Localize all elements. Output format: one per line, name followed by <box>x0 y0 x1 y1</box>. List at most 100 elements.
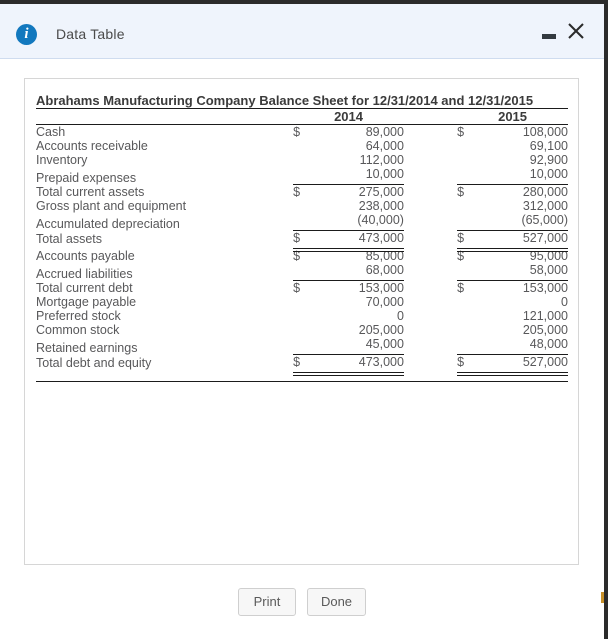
row-currency-2015 <box>457 337 484 355</box>
row-currency-2015 <box>457 323 484 337</box>
row-value-2014: 70,000 <box>365 295 404 309</box>
row-value-2015: (65,000) <box>483 213 568 231</box>
table-row: Total current assets $275,000 $280,000 <box>36 185 568 200</box>
row-value-2014: 275,000 <box>358 185 404 199</box>
dialog-footer: Print Done <box>0 588 604 616</box>
row-currency-2014: $ <box>293 185 301 199</box>
row-value-2014: 45,000 <box>319 337 404 355</box>
row-value-2015: 121,000 <box>522 309 568 323</box>
row-label: Prepaid expenses <box>36 170 137 185</box>
row-value-2014: 153,000 <box>358 281 404 295</box>
row-currency-2014: $ <box>293 281 301 295</box>
row-label: Inventory <box>36 153 88 167</box>
row-currency-2014 <box>293 323 320 337</box>
table-row: Total assets $473,000 $527,000 <box>36 230 569 252</box>
table-row: Preferred stock 0 121,000 <box>36 309 568 323</box>
row-currency-2015: $ <box>457 185 465 199</box>
row-currency-2015 <box>457 213 484 231</box>
table-row: Common stock 205,000 205,000 <box>36 323 568 337</box>
row-gap <box>404 199 457 213</box>
row-gap <box>404 281 457 296</box>
row-currency-2015 <box>457 199 484 213</box>
window-titlebar: i Data Table <box>0 4 604 59</box>
row-gap <box>404 125 457 140</box>
table-header-row: 2014 2015 <box>36 108 568 125</box>
done-button[interactable]: Done <box>306 588 367 616</box>
row-label: Accumulated depreciation <box>36 216 180 231</box>
column-header-2014: 2014 <box>293 108 404 125</box>
column-gap <box>403 108 458 125</box>
table-title-row: Abrahams Manufacturing Company Balance S… <box>36 93 568 109</box>
row-currency-2014 <box>293 167 320 185</box>
row-currency-2015: $ <box>457 354 484 376</box>
row-label: Accrued liabilities <box>36 266 133 281</box>
table-row: Total current debt $153,000 $153,000 <box>36 281 568 296</box>
row-gap <box>404 167 457 185</box>
row-gap <box>404 263 457 281</box>
row-value-2014: 64,000 <box>365 139 404 153</box>
row-label: Total current assets <box>36 185 145 199</box>
table-row: Accrued liabilities 68,000 58,000 <box>36 263 568 281</box>
row-value-2015: 92,900 <box>529 153 568 167</box>
table-row: Prepaid expenses 10,000 10,000 <box>36 167 568 185</box>
row-currency-2014 <box>293 153 320 167</box>
row-label: Common stock <box>36 323 120 337</box>
row-value-2015: 153,000 <box>522 281 568 295</box>
row-currency-2015 <box>457 139 484 153</box>
row-label: Cash <box>36 125 66 139</box>
row-value-2015: 527,000 <box>483 354 569 376</box>
row-label: Mortgage payable <box>36 295 137 309</box>
row-value-2015: 312,000 <box>522 199 568 213</box>
row-label: Retained earnings <box>36 340 138 355</box>
row-value-2014: 0 <box>396 309 404 323</box>
row-currency-2014 <box>293 295 320 309</box>
row-currency-2014: $ <box>293 354 320 376</box>
row-value-2015: 58,000 <box>483 263 568 281</box>
data-table-panel: Abrahams Manufacturing Company Balance S… <box>24 78 579 565</box>
row-currency-2014 <box>293 337 320 355</box>
row-gap <box>404 295 457 309</box>
row-currency-2015: $ <box>457 230 484 252</box>
table-row: Mortgage payable 70,000 0 <box>36 295 568 309</box>
close-icon[interactable] <box>564 18 588 46</box>
row-label: Preferred stock <box>36 309 121 323</box>
row-gap <box>404 213 457 231</box>
row-gap <box>404 153 457 167</box>
row-label: Accounts receivable <box>36 139 148 153</box>
table-row: Total debt and equity $473,000 $527,000 <box>36 354 569 376</box>
table-bottom-rule <box>36 372 568 382</box>
row-value-2015: 48,000 <box>483 337 568 355</box>
row-value-2015: 0 <box>561 295 568 309</box>
table-bottom-rule-cell <box>36 372 568 382</box>
table-row: Inventory 112,000 92,900 <box>36 153 568 167</box>
minimize-button[interactable] <box>542 34 556 39</box>
row-value-2015: 10,000 <box>483 167 568 185</box>
print-button[interactable]: Print <box>237 588 296 616</box>
row-currency-2014 <box>293 139 320 153</box>
row-value-2014: 89,000 <box>365 125 404 139</box>
row-gap <box>404 337 457 355</box>
row-gap <box>404 185 457 200</box>
row-gap <box>404 139 457 153</box>
balance-sheet-title: Abrahams Manufacturing Company Balance S… <box>36 93 568 109</box>
row-value-2015: 108,000 <box>522 125 568 139</box>
balance-sheet-table: Abrahams Manufacturing Company Balance S… <box>36 93 569 382</box>
row-currency-2015 <box>457 295 484 309</box>
row-value-2014: (40,000) <box>319 213 404 231</box>
table-row: Gross plant and equipment 238,000 312,000 <box>36 199 568 213</box>
row-value-2014: 112,000 <box>359 153 404 167</box>
table-row: Accumulated depreciation (40,000) (65,000) <box>36 213 568 231</box>
row-currency-2014 <box>293 309 320 323</box>
row-gap <box>404 249 457 264</box>
row-gap <box>404 355 457 373</box>
row-currency-2014 <box>293 263 320 281</box>
row-gap <box>404 309 457 323</box>
row-value-2015: 527,000 <box>483 230 569 252</box>
row-value-2014: 473,000 <box>319 354 405 376</box>
row-currency-2015 <box>457 263 484 281</box>
row-gap <box>404 323 457 337</box>
row-label: Total assets <box>36 231 103 246</box>
row-currency-2014: $ <box>293 230 320 252</box>
row-label: Accounts payable <box>36 249 135 263</box>
info-icon: i <box>16 24 37 45</box>
